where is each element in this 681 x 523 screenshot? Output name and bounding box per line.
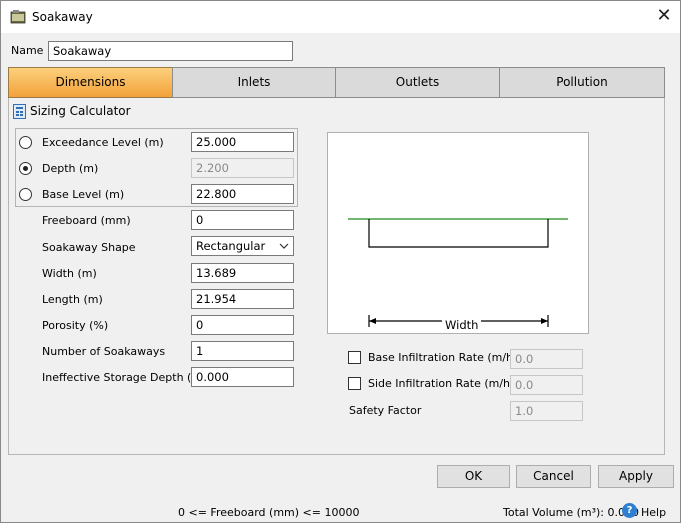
soakaway-shape-label: Soakaway Shape [42, 241, 136, 254]
width-field[interactable]: 13.689 [191, 263, 294, 283]
apply-button[interactable]: Apply [598, 465, 674, 488]
width-label: Width (m) [42, 267, 97, 280]
ineffective-storage-field[interactable]: 0.000 [191, 367, 294, 387]
porosity-field[interactable]: 0 [191, 315, 294, 335]
chevron-down-icon [279, 243, 289, 249]
tab-dimensions[interactable]: Dimensions [8, 67, 173, 98]
base-infiltration-label: Base Infiltration Rate (m/hr) [368, 351, 522, 364]
ok-button[interactable]: OK [437, 465, 510, 488]
side-infiltration-label: Side Infiltration Rate (m/hr) [368, 377, 519, 390]
base-level-field[interactable]: 22.800 [191, 184, 294, 204]
calculator-icon[interactable] [13, 104, 26, 119]
depth-field: 2.200 [191, 158, 294, 178]
exceedance-level-radio[interactable] [19, 136, 32, 149]
base-level-radio[interactable] [19, 188, 32, 201]
side-infiltration-field: 0.0 [510, 375, 583, 395]
tab-outlets[interactable]: Outlets [335, 67, 500, 98]
soakaway-shape-select[interactable]: Rectangular [191, 236, 294, 256]
exceedance-level-field[interactable]: 25.000 [191, 132, 294, 152]
length-label: Length (m) [42, 293, 103, 306]
safety-factor-field: 1.0 [510, 401, 583, 421]
side-infiltration-checkbox[interactable] [348, 377, 361, 390]
help-link[interactable]: Help [641, 506, 666, 519]
width-arrow-left [369, 318, 376, 324]
help-icon[interactable]: ? [622, 503, 637, 518]
base-infiltration-checkbox[interactable] [348, 351, 361, 364]
sizing-calculator-label[interactable]: Sizing Calculator [30, 104, 131, 118]
window-title: Soakaway [32, 10, 93, 24]
number-of-soakaways-field[interactable]: 1 [191, 341, 294, 361]
exceedance-level-label: Exceedance Level (m) [42, 136, 164, 149]
length-field[interactable]: 21.954 [191, 289, 294, 309]
soakaway-section-diagram [348, 218, 568, 327]
width-arrow-right [541, 318, 548, 324]
ineffective-storage-label: Ineffective Storage Depth (m) [42, 371, 207, 384]
soakaway-outline [368, 219, 549, 248]
title-bar: Soakaway ✕ [1, 1, 680, 33]
soakaway-app-icon [10, 10, 26, 24]
freeboard-field[interactable]: 0 [191, 210, 294, 230]
close-icon[interactable]: ✕ [651, 5, 677, 29]
number-of-soakaways-label: Number of Soakaways [42, 345, 166, 358]
depth-radio[interactable] [19, 162, 32, 175]
tab-pollution[interactable]: Pollution [499, 67, 665, 98]
soakaway-preview: Width [327, 132, 589, 334]
width-dimension-label: Width [442, 318, 482, 332]
safety-factor-label: Safety Factor [349, 404, 422, 417]
tab-inlets[interactable]: Inlets [172, 67, 336, 98]
porosity-label: Porosity (%) [42, 319, 109, 332]
status-hint: 0 <= Freeboard (mm) <= 10000 [178, 506, 360, 519]
tab-bar: Dimensions Inlets Outlets Pollution [8, 67, 665, 98]
base-level-label: Base Level (m) [42, 188, 125, 201]
cancel-button[interactable]: Cancel [516, 465, 591, 488]
depth-label: Depth (m) [42, 162, 99, 175]
soakaway-dialog: Soakaway ✕ Name Soakaway Dimensions Inle… [0, 0, 681, 523]
name-label: Name [11, 44, 44, 57]
total-volume-readout: Total Volume (m³): 0.000 [503, 506, 639, 519]
freeboard-label: Freeboard (mm) [42, 214, 131, 227]
name-field[interactable]: Soakaway [48, 41, 293, 61]
base-infiltration-field: 0.0 [510, 349, 583, 369]
soakaway-shape-value: Rectangular [196, 239, 266, 253]
